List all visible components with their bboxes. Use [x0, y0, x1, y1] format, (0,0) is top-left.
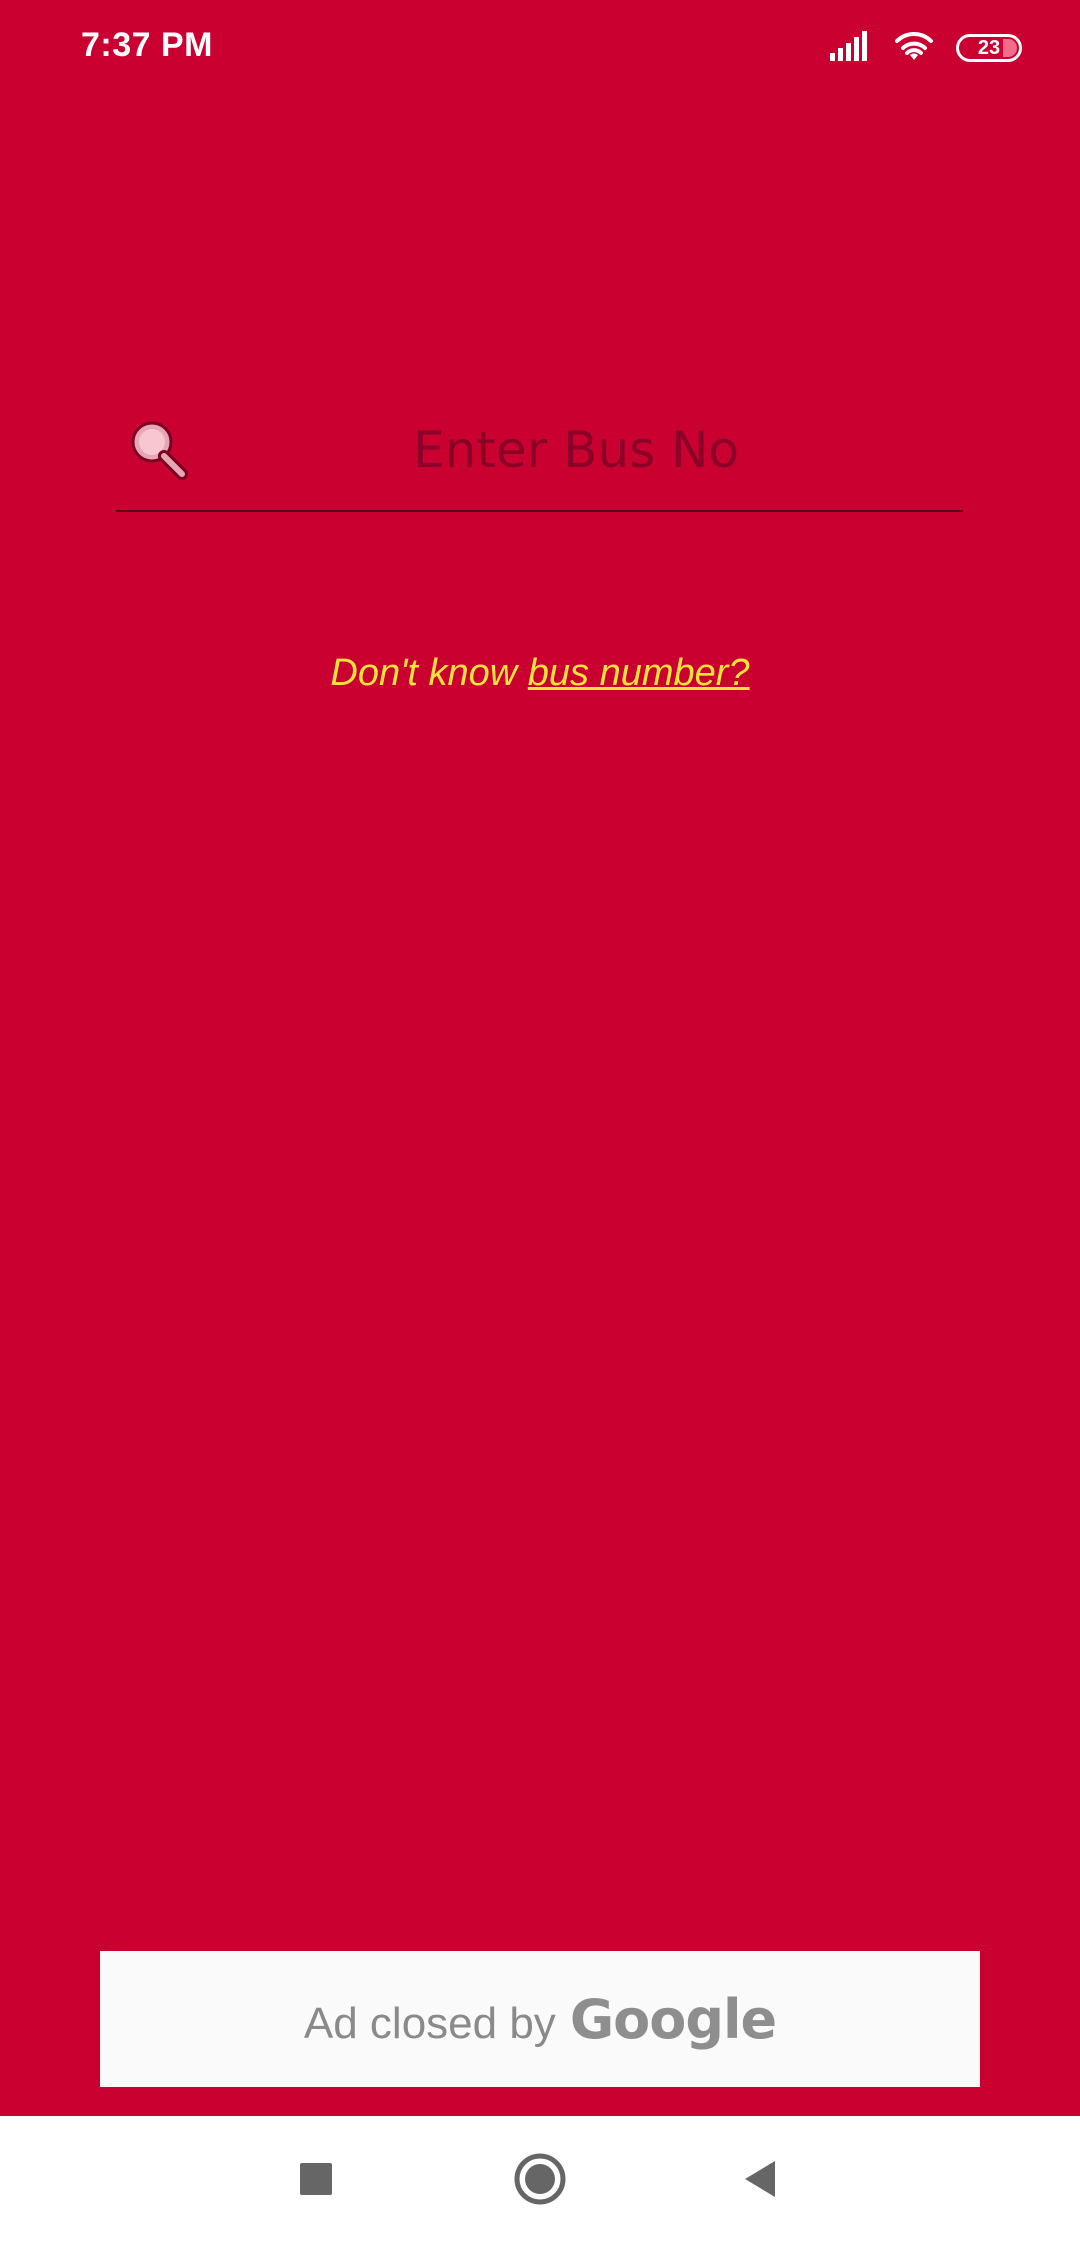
hint-prefix: Don't know	[330, 652, 518, 694]
home-button[interactable]	[505, 2146, 575, 2216]
bus-search-field[interactable]	[116, 400, 963, 512]
battery-fill	[1003, 39, 1017, 57]
wifi-icon	[892, 30, 936, 67]
app-screen: 7:37 PM 23 Enter Bus No Don't know bus n…	[0, 0, 1080, 2246]
back-button[interactable]	[726, 2146, 796, 2216]
recents-icon	[298, 2161, 334, 2202]
bus-number-input[interactable]	[206, 400, 946, 500]
status-icons: 23	[830, 28, 1022, 68]
battery-level: 23	[977, 37, 1001, 59]
status-bar: 7:37 PM 23	[0, 0, 1080, 96]
home-icon	[513, 2152, 567, 2211]
ad-closed-label: Ad closed by	[303, 1998, 556, 2048]
ad-closed-text: Ad closed by Google	[303, 1987, 777, 2051]
ad-banner[interactable]: Ad closed by Google	[100, 1951, 980, 2087]
status-time: 7:37 PM	[81, 26, 213, 64]
bus-number-link[interactable]: bus number?	[528, 652, 750, 694]
bus-number-hint: Don't know bus number?	[0, 652, 1080, 695]
recents-button[interactable]	[281, 2146, 351, 2216]
battery-icon: 23	[956, 34, 1022, 62]
signal-icon	[830, 30, 872, 66]
search-icon[interactable]	[126, 416, 194, 484]
back-icon	[741, 2159, 781, 2204]
google-logo: Google	[569, 1987, 777, 2051]
navigation-bar	[0, 2116, 1080, 2246]
